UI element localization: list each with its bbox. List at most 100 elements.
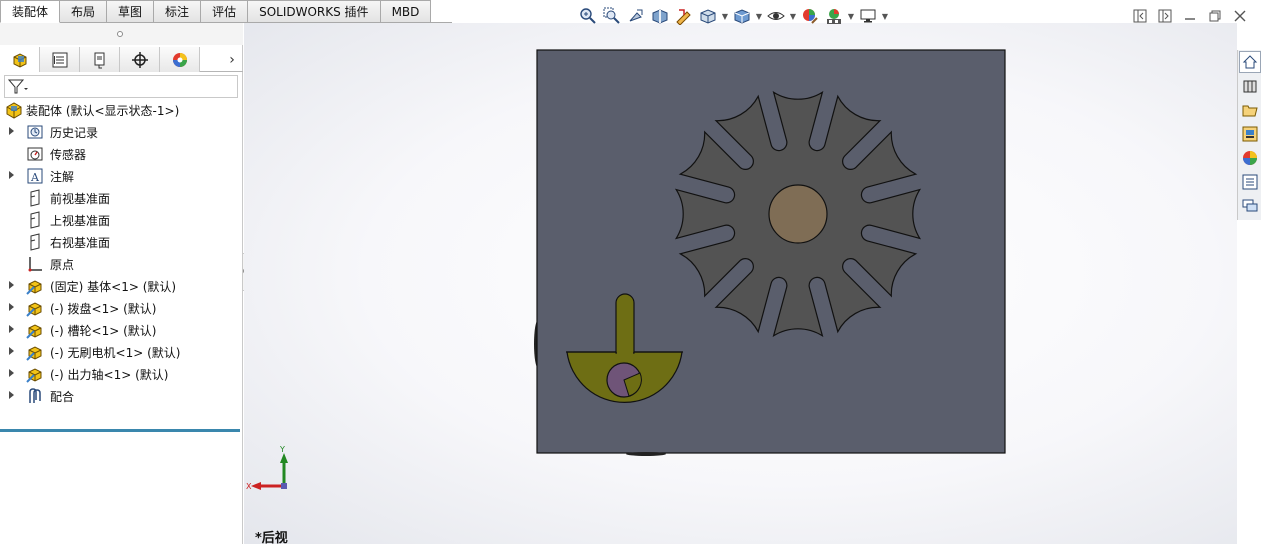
part-icon [26, 299, 44, 317]
tab-6[interactable]: MBD [380, 0, 432, 23]
tree-item[interactable]: (-) 出力轴<1> (默认) [0, 363, 243, 385]
chevron-right-icon[interactable]: › [221, 47, 243, 72]
tree-item-label: (固定) 基体<1> (默认) [50, 279, 177, 294]
chevron-down-icon[interactable]: ▼ [846, 4, 856, 28]
tree-item[interactable]: (-) 无刷电机<1> (默认) [0, 341, 243, 363]
origin-icon [26, 255, 44, 273]
filter-icon [8, 79, 28, 93]
tree-item[interactable]: 配合 [0, 385, 243, 407]
tree-item[interactable]: (-) 槽轮<1> (默认) [0, 319, 243, 341]
tree-item-label: 配合 [50, 389, 75, 404]
view-orientation-icon[interactable] [696, 4, 720, 28]
chevron-down-icon[interactable]: ▼ [788, 4, 798, 28]
tab-2[interactable]: 草图 [107, 0, 155, 23]
tree-item[interactable]: (固定) 基体<1> (默认) [0, 275, 243, 297]
minimize-icon[interactable] [1180, 7, 1200, 25]
assembly-icon [5, 101, 23, 119]
tree-item-label: 前视基准面 [50, 191, 111, 206]
collapse-left-panel-icon[interactable] [1130, 7, 1150, 25]
part-icon [26, 277, 44, 295]
tree-item[interactable]: 右视基准面 [0, 231, 243, 253]
mates-icon [26, 387, 44, 405]
display-manager-icon[interactable] [160, 47, 200, 72]
featuremanager-icon[interactable] [0, 47, 40, 72]
triad-y-label: Y [279, 445, 285, 454]
svg-text:A: A [30, 171, 40, 184]
panel-splitter-top[interactable] [0, 23, 243, 45]
feature-tree: 装配体 (默认<显示状态-1>) 历史记录传感器 A 注解前视基准面上视基准面 右视基… [0, 99, 243, 407]
triad-x-label: X [246, 482, 252, 491]
rollback-bar[interactable] [0, 429, 240, 432]
propertymanager-icon[interactable] [40, 47, 80, 72]
expand-arrow-icon[interactable] [9, 127, 14, 135]
wheel-hub [768, 184, 828, 244]
tree-root-label: 装配体 (默认<显示状态-1>) [26, 103, 180, 118]
heads-up-view-toolbar: ▼ ▼ ▼ ▼ ▼ [576, 4, 928, 28]
splitter-grip-icon [117, 31, 123, 37]
display-style-icon[interactable] [730, 4, 754, 28]
section-view-icon[interactable] [648, 4, 672, 28]
tree-item[interactable]: 历史记录 [0, 121, 243, 143]
expand-arrow-icon[interactable] [9, 325, 14, 333]
configurationmanager-icon[interactable] [80, 47, 120, 72]
graphics-area[interactable]: Y X [244, 23, 1237, 544]
tree-root-assembly[interactable]: 装配体 (默认<显示状态-1>) [0, 99, 243, 121]
manager-tabs: › [0, 47, 243, 72]
tab-5[interactable]: SOLIDWORKS 插件 [248, 0, 381, 23]
tab-0[interactable]: 装配体 [0, 0, 61, 23]
expand-arrow-icon[interactable] [9, 347, 14, 355]
tree-filter[interactable] [4, 75, 238, 98]
plane-icon [26, 211, 44, 229]
design-library-icon[interactable] [1239, 75, 1261, 97]
history-icon [26, 123, 44, 141]
zoom-to-area-icon[interactable] [600, 4, 624, 28]
tree-item[interactable]: (-) 拨盘<1> (默认) [0, 297, 243, 319]
restore-icon[interactable] [1205, 7, 1225, 25]
feature-manager-panel: › 装配体 (默认<显示状态-1>) 历史记录传感器 A 注解前视基准面上视基准面右… [0, 23, 243, 544]
tree-item[interactable]: 传感器 [0, 143, 243, 165]
tree-item[interactable]: 上视基准面 [0, 209, 243, 231]
plane-icon [26, 233, 44, 251]
tree-item-label: 原点 [50, 257, 75, 272]
command-manager-tabs: 装配体 布局 草图 标注 评估 SOLIDWORKS 插件 MBD [0, 0, 452, 23]
tree-item-label: 传感器 [50, 147, 87, 162]
expand-right-panel-icon[interactable] [1155, 7, 1175, 25]
task-pane-tabs [1237, 50, 1261, 220]
model-viewport[interactable]: Y X [244, 23, 1237, 544]
expand-arrow-icon[interactable] [9, 391, 14, 399]
custom-properties-icon[interactable] [1239, 171, 1261, 193]
chevron-down-icon[interactable]: ▼ [720, 4, 730, 28]
forum-icon[interactable] [1239, 195, 1261, 217]
tab-3[interactable]: 标注 [154, 0, 202, 23]
dimxpert-icon[interactable] [120, 47, 160, 72]
chevron-down-icon[interactable]: ▼ [880, 4, 890, 28]
chevron-down-icon[interactable]: ▼ [754, 4, 764, 28]
tree-item[interactable]: A 注解 [0, 165, 243, 187]
previous-view-icon[interactable] [624, 4, 648, 28]
expand-arrow-icon[interactable] [9, 171, 14, 179]
expand-arrow-icon[interactable] [9, 369, 14, 377]
appearances-scenes-icon[interactable] [1239, 147, 1261, 169]
view-palette-icon[interactable] [1239, 123, 1261, 145]
drive-pin [606, 362, 642, 398]
document-window-controls [1130, 6, 1250, 26]
expand-arrow-icon[interactable] [9, 303, 14, 311]
tree-item[interactable]: 前视基准面 [0, 187, 243, 209]
zoom-to-fit-icon[interactable] [576, 4, 600, 28]
part-icon [26, 343, 44, 361]
apply-scene-icon[interactable] [822, 4, 846, 28]
close-icon[interactable] [1230, 7, 1250, 25]
sensor-icon [26, 145, 44, 163]
expand-arrow-icon[interactable] [9, 281, 14, 289]
dynamic-annotation-icon[interactable] [672, 4, 696, 28]
file-explorer-icon[interactable] [1239, 99, 1261, 121]
solidworks-resources-icon[interactable] [1239, 51, 1261, 73]
edit-appearance-icon[interactable] [798, 4, 822, 28]
tab-1[interactable]: 布局 [60, 0, 108, 23]
plane-icon [26, 189, 44, 207]
tab-4[interactable]: 评估 [201, 0, 249, 23]
hide-show-items-icon[interactable] [764, 4, 788, 28]
tree-item[interactable]: 原点 [0, 253, 243, 275]
view-name-label: *后视 [255, 531, 288, 544]
view-settings-icon[interactable] [856, 4, 880, 28]
